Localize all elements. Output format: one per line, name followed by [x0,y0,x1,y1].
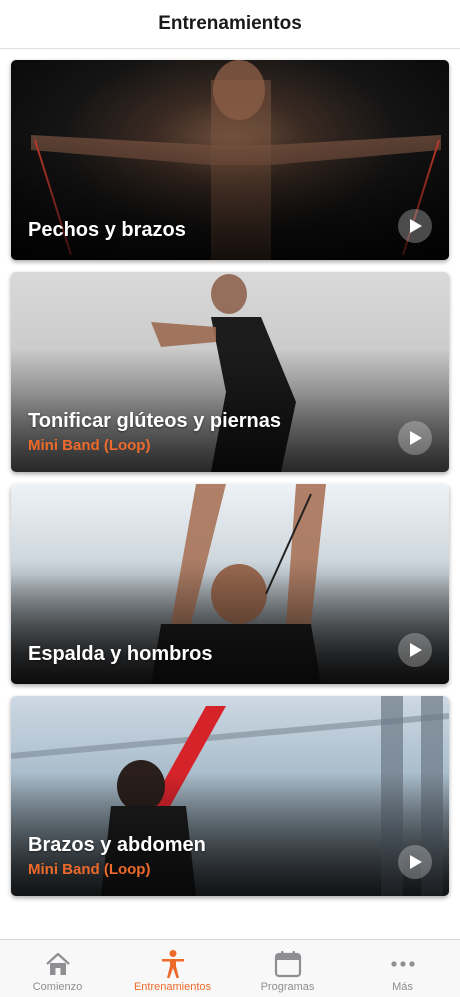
tab-label: Comienzo [32,981,83,993]
play-icon [410,855,422,869]
play-button[interactable] [398,845,432,879]
play-icon [410,219,422,233]
workout-card-tonificar-gluteos[interactable]: Tonificar glúteos y piernas Mini Band (L… [11,272,449,472]
workout-card-pechos-y-brazos[interactable]: Pechos y brazos [11,60,449,260]
workout-title: Tonificar glúteos y piernas [28,410,282,432]
play-button[interactable] [398,633,432,667]
tab-label: Programas [260,981,315,993]
workout-title: Espalda y hombros [28,643,213,665]
home-icon [45,952,70,975]
workout-list: Pechos y brazos Tonificar glúteos y pier… [11,60,449,908]
tab-label: Más [392,981,413,993]
tab-bar: Comienzo Entrenamientos Programas Más [0,939,460,997]
play-icon [410,431,422,445]
workout-card-brazos-y-abdomen[interactable]: Brazos y abdomen Mini Band (Loop) [11,696,449,896]
play-button[interactable] [398,209,432,243]
tab-programas[interactable]: Programas [230,940,345,997]
tab-entrenamientos[interactable]: Entrenamientos [115,940,230,997]
play-icon [410,643,422,657]
workout-equipment: Mini Band (Loop) [28,861,151,878]
person-icon [161,950,184,978]
workout-equipment: Mini Band (Loop) [28,437,151,454]
nav-header: Entrenamientos [0,0,460,49]
workout-title: Brazos y abdomen [28,834,206,856]
more-icon [390,961,415,967]
calendar-icon [274,951,301,978]
workout-card-espalda-y-hombros[interactable]: Espalda y hombros [11,484,449,684]
page-title: Entrenamientos [158,13,302,34]
tab-mas[interactable]: Más [345,940,460,997]
tab-label: Entrenamientos [133,981,212,993]
workout-title: Pechos y brazos [28,219,186,241]
play-button[interactable] [398,421,432,455]
tab-comienzo[interactable]: Comienzo [0,940,115,997]
